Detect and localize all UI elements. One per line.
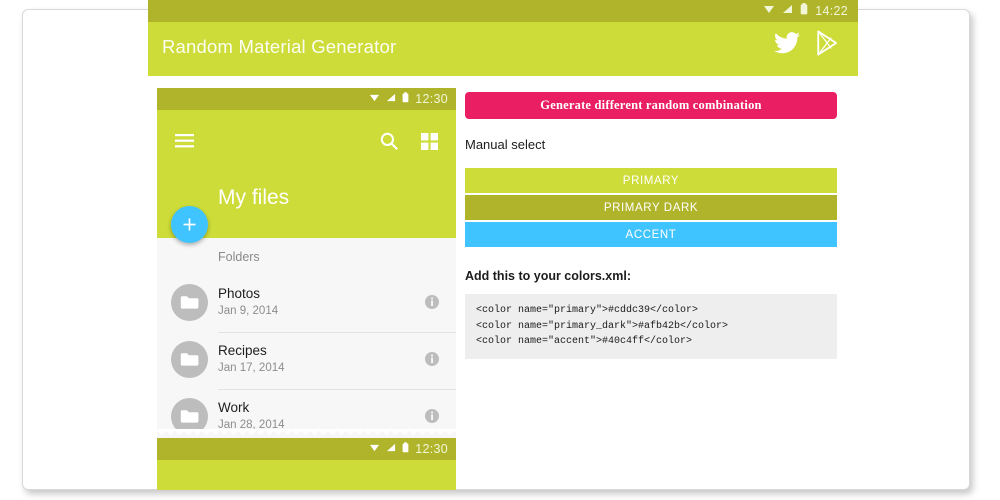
file-date: Jan 9, 2014 — [218, 305, 279, 317]
battery-icon — [800, 2, 808, 20]
battery-icon — [402, 90, 409, 108]
app-title: Random Material Generator — [162, 36, 397, 57]
phone-app-bar-icons — [157, 122, 456, 162]
signal-icon — [782, 2, 793, 20]
header-status-bar: 14:22 — [148, 0, 858, 22]
manual-select-label: Manual select — [465, 137, 546, 152]
wifi-icon — [369, 90, 380, 108]
swatch-primary[interactable]: PRIMARY — [465, 168, 837, 193]
signal-icon — [386, 440, 396, 458]
file-name: Recipes — [218, 343, 267, 358]
phone-preview: 12:30 My files Folders Photos Jan 9, 201… — [157, 88, 456, 490]
folder-icon — [171, 284, 208, 321]
phone-screen-title: My files — [218, 186, 290, 209]
signal-icon — [386, 90, 396, 108]
file-date: Jan 17, 2014 — [218, 362, 285, 374]
swatch-accent[interactable]: ACCENT — [465, 222, 837, 247]
app-header: 14:22 Random Material Generator — [148, 0, 858, 76]
xml-instruction-label: Add this to your colors.xml: — [465, 269, 631, 283]
google-play-icon[interactable] — [816, 30, 840, 61]
info-icon[interactable] — [425, 409, 439, 428]
wifi-icon — [369, 440, 380, 458]
add-fab[interactable] — [171, 206, 208, 243]
battery-icon — [402, 440, 409, 458]
phone-clock-bottom: 12:30 — [415, 442, 448, 456]
controls-panel: Generate different random combination Ma… — [465, 92, 837, 359]
file-name: Work — [218, 400, 250, 415]
grid-view-icon[interactable] — [421, 133, 438, 155]
list-item[interactable]: Recipes Jan 17, 2014 — [157, 333, 456, 390]
hamburger-menu-icon[interactable] — [175, 134, 194, 153]
generate-button[interactable]: Generate different random combination — [465, 92, 837, 119]
list-item[interactable]: Photos Jan 9, 2014 — [157, 276, 456, 333]
xml-code-block: <color name="primary">#cddc39</color> <c… — [465, 294, 837, 359]
color-swatches: PRIMARY PRIMARY DARK ACCENT — [465, 168, 837, 247]
twitter-icon[interactable] — [774, 32, 800, 59]
phone-clock: 12:30 — [415, 92, 448, 106]
phone-status-bar: 12:30 — [157, 88, 456, 110]
search-icon[interactable] — [380, 132, 398, 155]
phone-status-bar-bottom: 12:30 — [157, 438, 456, 460]
phone-app-bar-bottom — [157, 460, 456, 490]
info-icon[interactable] — [425, 352, 439, 371]
swatch-primary-dark[interactable]: PRIMARY DARK — [465, 195, 837, 220]
folder-icon — [171, 341, 208, 378]
page-root: 14:22 Random Material Generator 12:30 My… — [0, 0, 1000, 500]
folders-subheader: Folders — [218, 250, 260, 264]
file-name: Photos — [218, 286, 261, 301]
wifi-icon — [763, 2, 775, 20]
header-clock: 14:22 — [815, 4, 848, 18]
info-icon[interactable] — [425, 295, 439, 314]
header-actions — [774, 30, 840, 61]
torn-edge-divider — [157, 429, 456, 438]
